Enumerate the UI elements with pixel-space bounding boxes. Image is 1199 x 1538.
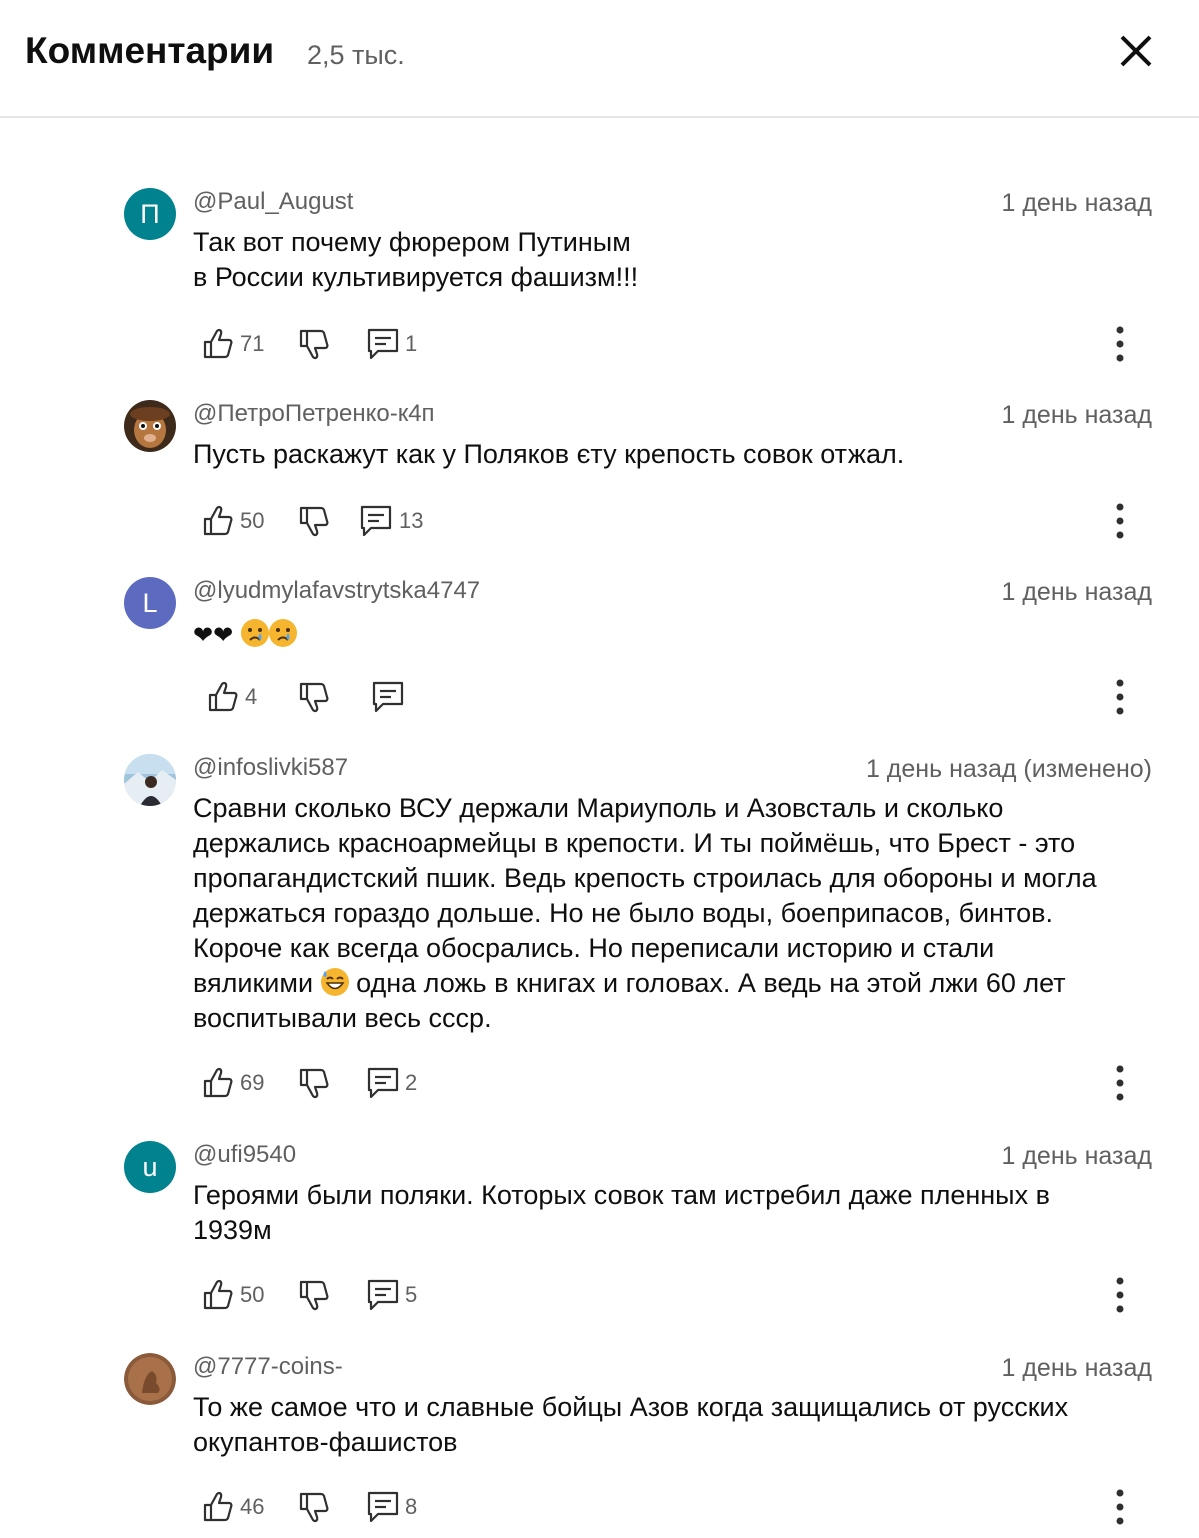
comment-author[interactable]: @ПетроПетренко-к4п: [193, 400, 435, 428]
dislike-icon[interactable]: [297, 1066, 331, 1100]
close-icon[interactable]: [1116, 31, 1156, 71]
avatar[interactable]: [124, 400, 176, 452]
reply-icon[interactable]: [366, 1490, 400, 1524]
comment-text: Пусть раскажут как у Поляков єту крепост…: [193, 437, 1158, 472]
reply-count: 2: [405, 1070, 418, 1095]
like-count: 69: [240, 1070, 265, 1095]
comment-text-line: Героями были поляки. Которых совок там и…: [193, 1180, 1050, 1210]
reply-count: 8: [405, 1494, 418, 1519]
like-icon[interactable]: [201, 327, 235, 361]
comment-text-line: держались красноармейцы в крепости. И ты…: [193, 828, 1076, 858]
like-icon[interactable]: [201, 1278, 235, 1312]
more-options-icon[interactable]: [1104, 501, 1136, 541]
reply-count: 1: [405, 331, 418, 356]
comment-time[interactable]: 1 день назад: [1001, 401, 1152, 430]
like-icon[interactable]: [201, 1066, 235, 1100]
heart-emoji: ❤: [193, 622, 214, 649]
comment-text-line: То же самое что и славные бойцы Азов ког…: [193, 1392, 1069, 1422]
reply-icon[interactable]: [371, 680, 405, 714]
comment-actions: 4: [0, 677, 1199, 717]
comments-header: Комментарии 2,5 тыс.: [0, 0, 1199, 118]
comment-actions: 71 1: [0, 324, 1199, 364]
comment-text-line: Короче как всегда обосрались. Но перепис…: [193, 933, 995, 963]
comment-text-line: Пусть раскажут как у Поляков єту крепост…: [193, 439, 905, 469]
grinning-sweat-emoji: [320, 968, 349, 996]
dislike-icon[interactable]: [297, 1490, 331, 1524]
avatar[interactable]: [124, 1353, 176, 1405]
more-options-icon[interactable]: [1104, 1275, 1136, 1315]
comment-text: Так вот почему фюрером Путиным в России …: [193, 225, 1158, 295]
like-count: 50: [240, 1282, 265, 1307]
comment-text-line: Сравни сколько ВСУ держали Мариуполь и А…: [193, 793, 1004, 823]
comment-text: То же самое что и славные бойцы Азов ког…: [193, 1390, 1158, 1460]
reply-icon[interactable]: [359, 504, 393, 538]
comment-time[interactable]: 1 день назад: [1001, 1142, 1152, 1171]
comment-actions: 69 2: [0, 1063, 1199, 1103]
like-icon[interactable]: [206, 680, 240, 714]
comment-author[interactable]: @7777-coins-: [193, 1353, 343, 1381]
comment-text-line: в России культивируется фашизм!!!: [193, 262, 639, 292]
reply-icon[interactable]: [366, 327, 400, 361]
reply-count: 5: [405, 1282, 418, 1307]
comment-text-line: Так вот почему фюрером Путиным: [193, 227, 631, 257]
comment-text: ❤❤: [193, 617, 1158, 653]
more-options-icon[interactable]: [1104, 677, 1136, 717]
heart-emoji: ❤: [213, 622, 234, 649]
comment-text-fragment: одна ложь в книгах и головах. А ведь на …: [356, 968, 1066, 998]
like-count: 4: [245, 684, 258, 709]
dislike-icon[interactable]: [297, 504, 331, 538]
like-count: 71: [240, 331, 265, 356]
comment-text-fragment: вяликими: [193, 968, 314, 998]
avatar[interactable]: u: [124, 1141, 176, 1193]
like-count: 50: [240, 508, 265, 533]
comments-title: Комментарии: [25, 30, 275, 71]
crying-face-emoji: [240, 619, 269, 647]
avatar[interactable]: П: [124, 188, 176, 240]
comment-time[interactable]: 1 день назад: [1001, 189, 1152, 218]
comment-actions: 50 5: [0, 1275, 1199, 1315]
comment-text: Сравни сколько ВСУ держали Мариуполь и А…: [193, 791, 1158, 1036]
reply-icon[interactable]: [366, 1278, 400, 1312]
dislike-icon[interactable]: [297, 1278, 331, 1312]
crying-face-emoji: [268, 619, 297, 647]
comment-text-line: окупантов-фашистов: [193, 1427, 458, 1457]
comment-text-line: воспитывали весь ссср.: [193, 1003, 492, 1033]
comment-time[interactable]: 1 день назад: [1001, 578, 1152, 607]
comment-actions: 46 8: [0, 1487, 1199, 1527]
comment-author[interactable]: @lyudmylafavstrytska4747: [193, 577, 480, 605]
like-icon[interactable]: [201, 1490, 235, 1524]
comments-count: 2,5 тыс.: [307, 40, 405, 70]
comment-text-line: держаться гораздо дольше. Но не было вод…: [193, 898, 1053, 928]
comment-time[interactable]: 1 день назад: [1001, 1354, 1152, 1383]
dislike-icon[interactable]: [297, 680, 331, 714]
comment-author[interactable]: @infoslivki587: [193, 754, 348, 782]
avatar[interactable]: L: [124, 577, 176, 629]
like-icon[interactable]: [201, 504, 235, 538]
comment-text-line: вяликими одна ложь в книгах и головах. А…: [193, 966, 1158, 1001]
more-options-icon[interactable]: [1104, 324, 1136, 364]
comment-text: Героями были поляки. Которых совок там и…: [193, 1178, 1158, 1248]
reply-icon[interactable]: [366, 1066, 400, 1100]
more-options-icon[interactable]: [1104, 1063, 1136, 1103]
comment-time[interactable]: 1 день назад (изменено): [866, 755, 1152, 784]
more-options-icon[interactable]: [1104, 1487, 1136, 1527]
reply-count: 13: [399, 508, 424, 533]
comment-actions: 50 13: [0, 501, 1199, 541]
comment-author[interactable]: @ufi9540: [193, 1141, 296, 1169]
comment-text-line: пропагандистский пшик. Ведь крепость стр…: [193, 863, 1097, 893]
comment-text-line: 1939м: [193, 1215, 272, 1245]
avatar[interactable]: [124, 754, 176, 806]
comment-author[interactable]: @Paul_August: [193, 188, 353, 216]
dislike-icon[interactable]: [297, 327, 331, 361]
like-count: 46: [240, 1494, 265, 1519]
